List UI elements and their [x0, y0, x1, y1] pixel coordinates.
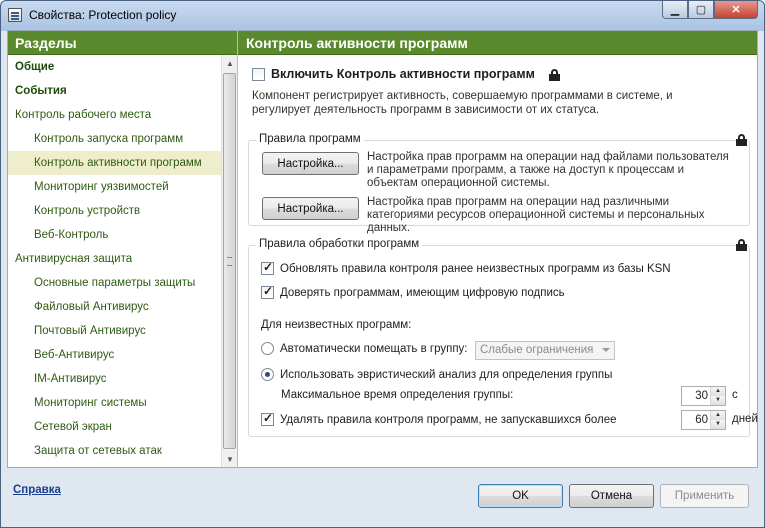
maximize-button[interactable]: ▢: [688, 1, 714, 19]
maximize-icon: ▢: [695, 4, 707, 16]
scroll-down-icon[interactable]: ▼: [222, 451, 238, 467]
heuristic-radio[interactable]: [261, 368, 274, 381]
program-rules-group: Правила программ Настройка... Настройка …: [248, 133, 750, 234]
sidebar-item[interactable]: Контроль активности программ: [8, 151, 221, 175]
update-rules-ksn-checkbox[interactable]: [261, 260, 274, 275]
max-time-unit: с: [732, 389, 738, 401]
update-rules-ksn-row[interactable]: Обновлять правила контроля ранее неизвес…: [261, 260, 671, 275]
sections-sidebar: Разделы Общие События Контроль рабочего ме…: [8, 31, 238, 467]
delete-days-spinner[interactable]: 60 ▲ ▼: [681, 410, 726, 430]
sidebar-item[interactable]: Мониторинг уязвимостей: [8, 175, 221, 199]
sidebar-item[interactable]: Файловый Антивирус: [8, 295, 221, 319]
heuristic-row[interactable]: Использовать эвристический анализ для оп…: [261, 368, 612, 381]
ok-button[interactable]: OK: [478, 484, 563, 508]
processing-rules-title: Правила обработки программ: [256, 238, 423, 250]
window-app-icon: [8, 8, 22, 22]
delete-rules-label: Удалять правила контроля программ, не за…: [280, 413, 617, 426]
sidebar-item[interactable]: Контроль запуска программ: [8, 127, 221, 151]
enable-component-checkbox[interactable]: [252, 67, 265, 81]
sidebar-item[interactable]: Общие: [8, 55, 221, 79]
cancel-button[interactable]: Отмена: [569, 484, 654, 508]
trust-signed-row[interactable]: Доверять программам, имеющим цифровую по…: [261, 284, 565, 299]
resource-rights-settings-button[interactable]: Настройка...: [262, 197, 359, 220]
trust-signed-checkbox[interactable]: [261, 284, 274, 299]
minimize-button[interactable]: ▁: [662, 1, 688, 19]
auto-group-label: Автоматически помещать в группу:: [280, 342, 468, 355]
spin-up-icon: ▲: [711, 411, 725, 420]
sidebar-item[interactable]: Сетевой экран: [8, 415, 221, 439]
auto-group-select-value: Слабые ограничения: [480, 344, 594, 356]
sidebar-item[interactable]: Почтовый Антивирус: [8, 319, 221, 343]
sidebar-item[interactable]: Контроль устройств: [8, 199, 221, 223]
scroll-up-icon[interactable]: ▲: [222, 55, 238, 71]
component-description: Компонент регистрирует активность, совер…: [252, 90, 673, 116]
window-title: Свойства: Protection policy: [29, 8, 177, 22]
auto-group-row[interactable]: Автоматически помещать в группу:: [261, 342, 468, 355]
auto-group-select[interactable]: Слабые ограничения: [475, 341, 615, 360]
spin-down-icon: ▼: [711, 396, 725, 405]
minimize-icon: ▁: [670, 4, 680, 16]
file-rights-description: Настройка прав программ на операции над …: [367, 151, 729, 189]
enable-component-row[interactable]: Включить Контроль активности программ: [252, 67, 535, 81]
delete-days-unit: дней: [732, 413, 758, 425]
spin-down-icon: ▼: [711, 420, 725, 429]
scroll-thumb[interactable]: [223, 73, 236, 449]
apply-button[interactable]: Применить: [660, 484, 749, 508]
update-rules-ksn-label: Обновлять правила контроля ранее неизвес…: [280, 262, 671, 275]
delete-rules-checkbox[interactable]: [261, 411, 274, 426]
sidebar-item[interactable]: Контроль рабочего места: [8, 103, 221, 127]
sidebar-header: Разделы: [8, 31, 237, 55]
window-controls: ▁ ▢ ✕: [662, 1, 758, 19]
unknown-programs-label: Для неизвестных программ:: [261, 319, 412, 331]
lock-icon[interactable]: [549, 69, 560, 81]
max-time-label: Максимальное время определения группы:: [281, 389, 514, 401]
sidebar-scrollbar[interactable]: ▲ ▼: [221, 55, 237, 467]
close-button[interactable]: ✕: [714, 1, 758, 19]
dialog-content: Разделы Общие События Контроль рабочего ме…: [7, 30, 758, 468]
sidebar-item[interactable]: Мониторинг системы: [8, 391, 221, 415]
file-rights-settings-button[interactable]: Настройка...: [262, 152, 359, 175]
sidebar-item[interactable]: События: [8, 79, 221, 103]
spin-up-icon: ▲: [711, 387, 725, 396]
close-icon: ✕: [731, 4, 741, 16]
sidebar-item[interactable]: Веб-Контроль: [8, 223, 221, 247]
delete-rules-row[interactable]: Удалять правила контроля программ, не за…: [261, 411, 617, 426]
auto-group-radio[interactable]: [261, 342, 274, 355]
heuristic-label: Использовать эвристический анализ для оп…: [280, 368, 613, 381]
max-time-value[interactable]: 30: [695, 390, 708, 402]
sidebar-item[interactable]: Защита от сетевых атак: [8, 439, 221, 463]
title-bar[interactable]: Свойства: Protection policy ▁ ▢ ✕: [1, 1, 764, 29]
chevron-down-icon: [602, 348, 610, 352]
lock-icon[interactable]: [736, 134, 747, 146]
sidebar-item[interactable]: IM-Антивирус: [8, 367, 221, 391]
sidebar-list: Общие События Контроль рабочего места Контр…: [8, 55, 221, 467]
properties-window: Свойства: Protection policy ▁ ▢ ✕ Раздел…: [0, 0, 765, 528]
sidebar-item[interactable]: Основные параметры защиты: [8, 271, 221, 295]
section-title: Контроль активности программ: [238, 31, 757, 55]
resource-rights-description: Настройка прав программ на операции над …: [367, 196, 705, 234]
sidebar-item[interactable]: Веб-Антивирус: [8, 343, 221, 367]
trust-signed-label: Доверять программам, имеющим цифровую по…: [280, 286, 565, 299]
main-panel: Контроль активности программ Включить Ко…: [238, 31, 758, 467]
enable-component-label: Включить Контроль активности программ: [271, 67, 535, 81]
max-time-spin-arrows[interactable]: ▲ ▼: [710, 387, 725, 405]
delete-days-value[interactable]: 60: [695, 414, 708, 426]
sidebar-item[interactable]: Антивирусная защита: [8, 247, 221, 271]
max-time-spinner[interactable]: 30 ▲ ▼: [681, 386, 726, 406]
program-rules-title: Правила программ: [256, 133, 364, 145]
help-link[interactable]: Справка: [13, 484, 61, 496]
processing-rules-group: Правила обработки программ Обновлять пра…: [248, 238, 758, 437]
delete-days-spin-arrows[interactable]: ▲ ▼: [710, 411, 725, 429]
lock-icon[interactable]: [736, 239, 747, 251]
